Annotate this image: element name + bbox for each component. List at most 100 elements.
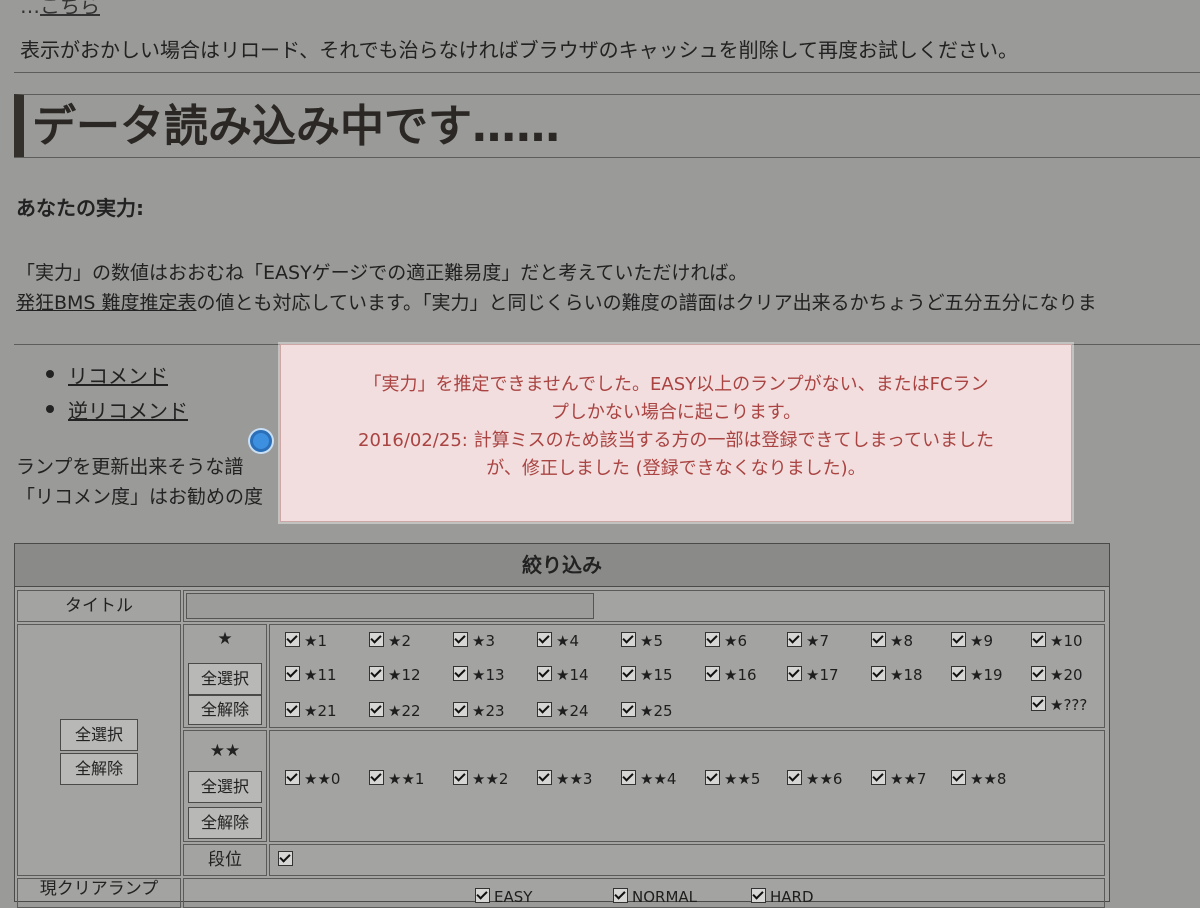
checkbox-label: ★12 bbox=[388, 666, 421, 684]
filter-checkbox[interactable]: ★11 bbox=[285, 666, 337, 684]
deselect-all-button[interactable]: 全解除 bbox=[60, 753, 138, 785]
filter-checkbox[interactable]: ★2 bbox=[369, 632, 411, 650]
checkbox-label: ★1 bbox=[304, 632, 327, 650]
checkbox-box bbox=[751, 888, 766, 903]
dan-option-cell bbox=[269, 844, 1105, 876]
checkbox-box bbox=[621, 632, 636, 647]
checkbox-box bbox=[787, 632, 802, 647]
checkbox-box bbox=[787, 666, 802, 681]
checkbox-box bbox=[951, 770, 966, 785]
dan-label: 段位 bbox=[208, 850, 242, 870]
checkbox-box bbox=[369, 632, 384, 647]
filter-checkbox[interactable]: ★12 bbox=[369, 666, 421, 684]
checkbox-box bbox=[369, 702, 384, 717]
checkbox-label: ★9 bbox=[970, 632, 993, 650]
dan-label-cell: 段位 bbox=[183, 844, 267, 876]
checkbox-label: ★5 bbox=[640, 632, 663, 650]
checkbox-label: ★★3 bbox=[556, 770, 593, 788]
checkbox-label: ★★0 bbox=[304, 770, 341, 788]
filter-checkbox[interactable]: ★20 bbox=[1031, 666, 1083, 684]
filter-checkbox[interactable]: ★22 bbox=[369, 702, 421, 720]
checkbox-label: ★24 bbox=[556, 702, 589, 720]
checkbox-box bbox=[285, 666, 300, 681]
filter-checkbox[interactable]: ★3 bbox=[453, 632, 495, 650]
filter-checkbox[interactable]: ★4 bbox=[537, 632, 579, 650]
filter-checkbox[interactable]: ★★3 bbox=[537, 770, 592, 788]
checkbox-box bbox=[613, 888, 628, 903]
title-input[interactable] bbox=[186, 593, 594, 619]
filter-checkbox[interactable]: ★★8 bbox=[951, 770, 1006, 788]
filter-checkbox[interactable]: ★5 bbox=[621, 632, 663, 650]
checkbox-label: NORMAL bbox=[632, 888, 698, 906]
filter-checkbox[interactable]: ★★6 bbox=[787, 770, 842, 788]
filter-checkbox[interactable]: ★★1 bbox=[369, 770, 424, 788]
checkbox-label: ★21 bbox=[304, 702, 337, 720]
star2-label: ★★ bbox=[209, 741, 241, 761]
checkbox-box bbox=[369, 770, 384, 785]
alert-line-2: プしかない場合に起こります。 bbox=[550, 402, 802, 423]
filter-checkbox[interactable]: ★★7 bbox=[871, 770, 926, 788]
filter-checkbox[interactable]: ★16 bbox=[705, 666, 757, 684]
reverse-recommend-link[interactable]: 逆リコメンド bbox=[68, 399, 188, 423]
filter-checkbox[interactable]: ★★4 bbox=[621, 770, 676, 788]
filter-checkbox[interactable]: ★7 bbox=[787, 632, 829, 650]
filter-checkbox[interactable]: ★21 bbox=[285, 702, 337, 720]
checkbox-box bbox=[621, 770, 636, 785]
filter-checkbox[interactable]: ★17 bbox=[787, 666, 839, 684]
checkbox-label: ★11 bbox=[304, 666, 337, 684]
checkbox-label: ★6 bbox=[724, 632, 747, 650]
ability-description: 「実力」の数値はおおむね「EASYゲージでの適正難易度」だと考えていただければ。 bbox=[16, 262, 748, 284]
filter-checkbox[interactable]: ★★5 bbox=[705, 770, 760, 788]
select-all-button[interactable]: 全選択 bbox=[60, 719, 138, 751]
filter-checkbox[interactable]: ★6 bbox=[705, 632, 747, 650]
page-heading: データ読み込み中です…… bbox=[14, 94, 1200, 157]
checkbox-box bbox=[705, 770, 720, 785]
checkbox-label: ★2 bbox=[388, 632, 411, 650]
title-input-cell bbox=[183, 590, 1105, 622]
filter-checkbox[interactable]: ★13 bbox=[453, 666, 505, 684]
filter-checkbox[interactable]: ★24 bbox=[537, 702, 589, 720]
filter-checkbox[interactable]: ★25 bbox=[621, 702, 673, 720]
filter-checkbox[interactable]: ★15 bbox=[621, 666, 673, 684]
ability-table-note-text: の値とも対応しています。「実力」と同じくらいの難度の譜面はクリア出来るかちょうど… bbox=[196, 292, 1097, 314]
filter-checkbox[interactable]: ★★2 bbox=[453, 770, 508, 788]
star1-deselect-all-button[interactable]: 全解除 bbox=[188, 695, 262, 725]
checkbox-box bbox=[871, 770, 886, 785]
filter-checkbox[interactable]: ★1 bbox=[285, 632, 327, 650]
filter-checkbox[interactable]: ★19 bbox=[951, 666, 1003, 684]
filter-checkbox[interactable]: EASY bbox=[475, 888, 532, 906]
checkbox-box bbox=[453, 770, 468, 785]
filter-checkbox[interactable]: ★18 bbox=[871, 666, 923, 684]
top-cutoff-link[interactable]: こちら bbox=[40, 0, 100, 18]
difficulty-table-link[interactable]: 発狂BMS 難度推定表 bbox=[16, 292, 197, 314]
filter-table: 絞り込み タイトル 全選択 全解除 ★ 全選択 全解除 ★★ 全選択 全解除 段… bbox=[14, 543, 1110, 908]
filter-checkbox[interactable]: ★14 bbox=[537, 666, 589, 684]
checkbox-box bbox=[1031, 696, 1046, 711]
checkbox-box bbox=[285, 632, 300, 647]
checkbox-box bbox=[705, 666, 720, 681]
filter-checkbox[interactable]: ★9 bbox=[951, 632, 993, 650]
filter-checkbox[interactable]: NORMAL bbox=[613, 888, 697, 906]
filter-checkbox[interactable]: ★★0 bbox=[285, 770, 340, 788]
filter-checkbox[interactable]: ★??? bbox=[1031, 696, 1087, 714]
checkbox-label: ★18 bbox=[890, 666, 923, 684]
checkbox-label: ★★5 bbox=[724, 770, 761, 788]
filter-checkbox[interactable]: ★10 bbox=[1031, 632, 1083, 650]
star2-label-cell: ★★ 全選択 全解除 bbox=[183, 730, 267, 842]
star2-select-all-button[interactable]: 全選択 bbox=[188, 771, 262, 803]
recommend-link[interactable]: リコメンド bbox=[68, 364, 168, 388]
checkbox-box bbox=[705, 632, 720, 647]
checkbox-box bbox=[369, 666, 384, 681]
checkbox-box bbox=[951, 632, 966, 647]
checkbox-label: ★19 bbox=[970, 666, 1003, 684]
dan-checkbox[interactable] bbox=[278, 851, 297, 869]
filter-checkbox[interactable]: HARD bbox=[751, 888, 814, 906]
checkbox-label: ★7 bbox=[806, 632, 829, 650]
star2-deselect-all-button[interactable]: 全解除 bbox=[188, 807, 262, 839]
divider bbox=[14, 72, 1200, 73]
checkbox-box bbox=[621, 666, 636, 681]
filter-checkbox[interactable]: ★23 bbox=[453, 702, 505, 720]
filter-checkbox[interactable]: ★8 bbox=[871, 632, 913, 650]
checkbox-box bbox=[453, 632, 468, 647]
star1-select-all-button[interactable]: 全選択 bbox=[188, 663, 262, 695]
